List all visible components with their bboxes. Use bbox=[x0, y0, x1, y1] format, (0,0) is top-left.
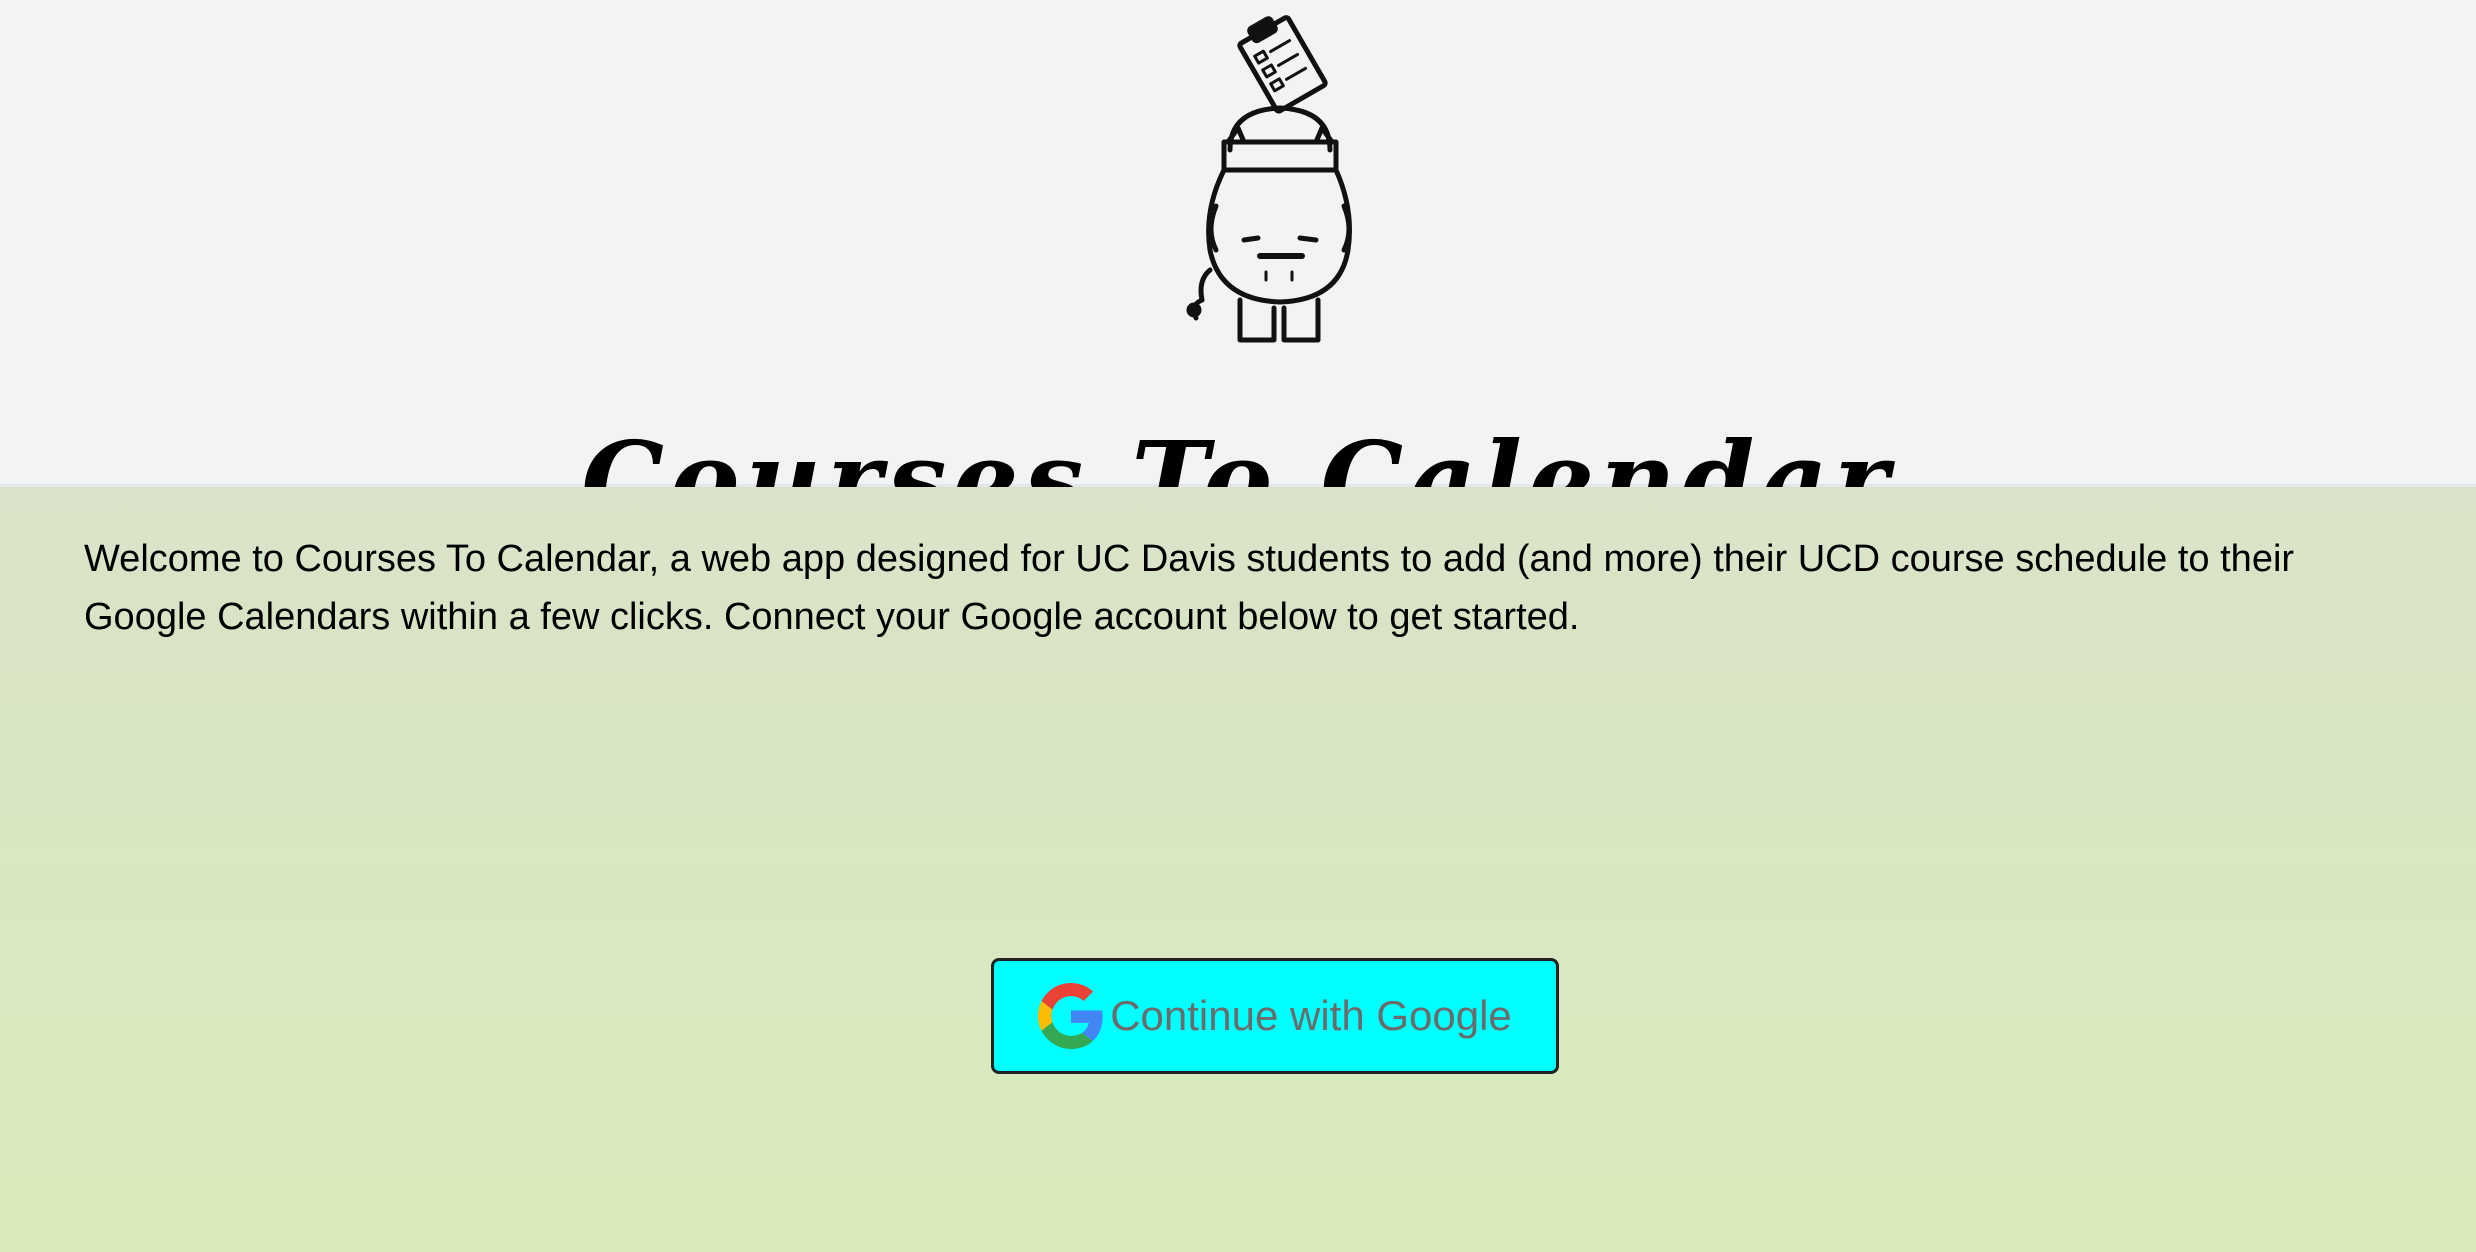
main-content: Welcome to Courses To Calendar, a web ap… bbox=[0, 487, 2476, 1252]
mascot-logo-icon bbox=[1186, 15, 1352, 343]
continue-with-google-label: Continue with Google bbox=[1110, 992, 1512, 1039]
continue-with-google-button[interactable]: Continue with Google bbox=[991, 958, 1559, 1074]
google-g-icon bbox=[1038, 983, 1103, 1049]
welcome-text: Welcome to Courses To Calendar, a web ap… bbox=[84, 538, 2295, 638]
page-header: Courses To Calendar bbox=[0, 0, 2476, 539]
